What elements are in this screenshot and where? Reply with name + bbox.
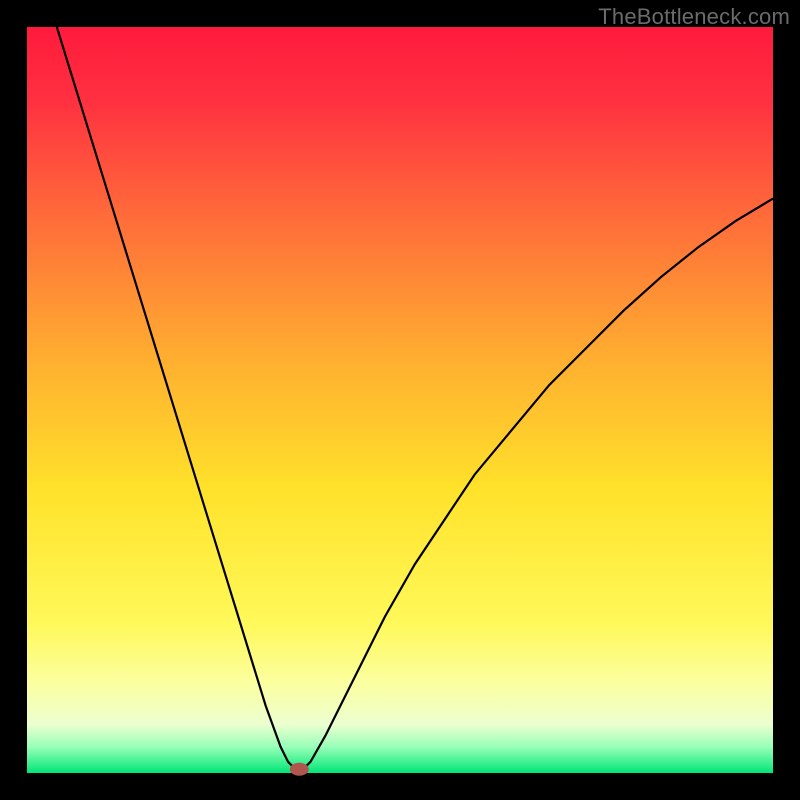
watermark-text: TheBottleneck.com [598, 4, 790, 30]
bottleneck-chart [0, 0, 800, 800]
plot-background [27, 27, 773, 773]
chart-frame: TheBottleneck.com [0, 0, 800, 800]
optimum-marker [290, 763, 308, 775]
